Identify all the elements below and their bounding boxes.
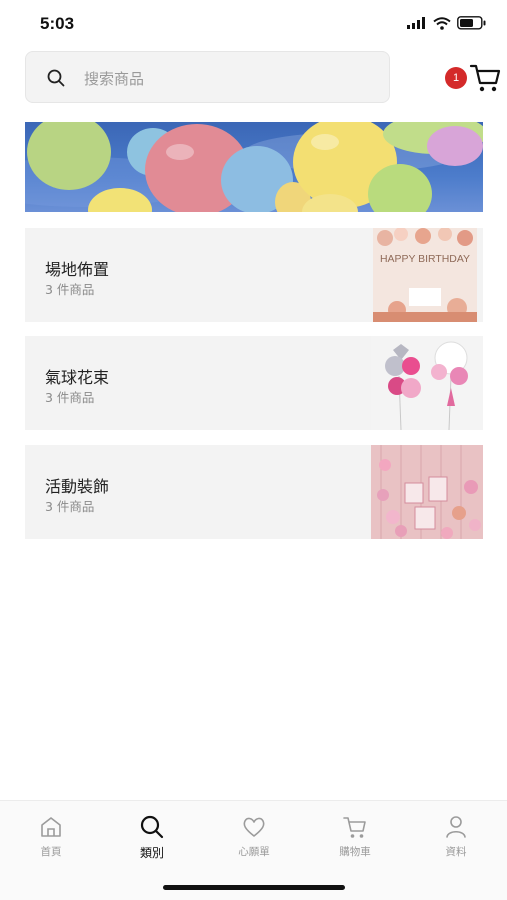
birthday-banner-text: HAPPY BIRTHDAY xyxy=(380,254,470,265)
cart-icon xyxy=(343,817,366,838)
tab-cart[interactable]: 購物車 xyxy=(320,813,390,859)
home-icon xyxy=(41,817,61,837)
cart-button[interactable]: 1 xyxy=(445,63,501,95)
balloons-illustration xyxy=(25,122,483,212)
tab-label: 資料 xyxy=(445,846,467,858)
category-item-venue-decor[interactable]: 場地佈置 3 件商品 HAPPY BIRTHDAY xyxy=(25,228,483,322)
search-icon xyxy=(47,69,65,87)
search-icon xyxy=(140,815,164,839)
search-row: 搜索商品 1 xyxy=(25,51,501,103)
tab-label: 心願單 xyxy=(238,846,270,858)
home-indicator[interactable] xyxy=(163,885,345,890)
search-input[interactable]: 搜索商品 xyxy=(25,51,390,103)
search-placeholder: 搜索商品 xyxy=(84,70,145,88)
promo-banner[interactable] xyxy=(25,122,483,212)
cart-badge: 1 xyxy=(445,67,467,89)
tab-wishlist[interactable]: 心願單 xyxy=(219,813,289,859)
tab-label: 購物車 xyxy=(339,846,371,858)
category-count: 3 件商品 xyxy=(45,499,95,514)
category-count: 3 件商品 xyxy=(45,390,95,405)
tab-home[interactable]: 首頁 xyxy=(16,813,86,859)
tab-label: 類別 xyxy=(139,846,164,860)
category-thumbnail: HAPPY BIRTHDAY xyxy=(373,228,477,322)
battery-icon xyxy=(457,16,486,30)
category-title: 活動裝飾 xyxy=(45,477,110,496)
signal-icon xyxy=(407,17,425,29)
tab-categories[interactable]: 類別 xyxy=(117,813,187,861)
wifi-icon xyxy=(433,16,451,30)
category-item-balloon-bouquet[interactable]: 氣球花束 3 件商品 xyxy=(25,336,483,430)
status-time: 5:03 xyxy=(40,14,75,33)
category-count: 3 件商品 xyxy=(45,282,95,297)
tab-label: 首頁 xyxy=(40,846,62,858)
status-icons xyxy=(407,16,487,30)
status-bar: 5:03 xyxy=(0,0,507,48)
cart-icon xyxy=(469,64,501,92)
category-title: 氣球花束 xyxy=(45,368,110,387)
category-item-event-decor[interactable]: 活動裝飾 3 件商品 xyxy=(25,445,483,539)
category-thumbnail xyxy=(371,336,483,430)
tab-profile[interactable]: 資料 xyxy=(421,813,491,859)
category-title: 場地佈置 xyxy=(45,260,110,279)
category-thumbnail xyxy=(371,445,483,539)
user-icon xyxy=(446,816,466,838)
heart-icon xyxy=(243,817,265,837)
